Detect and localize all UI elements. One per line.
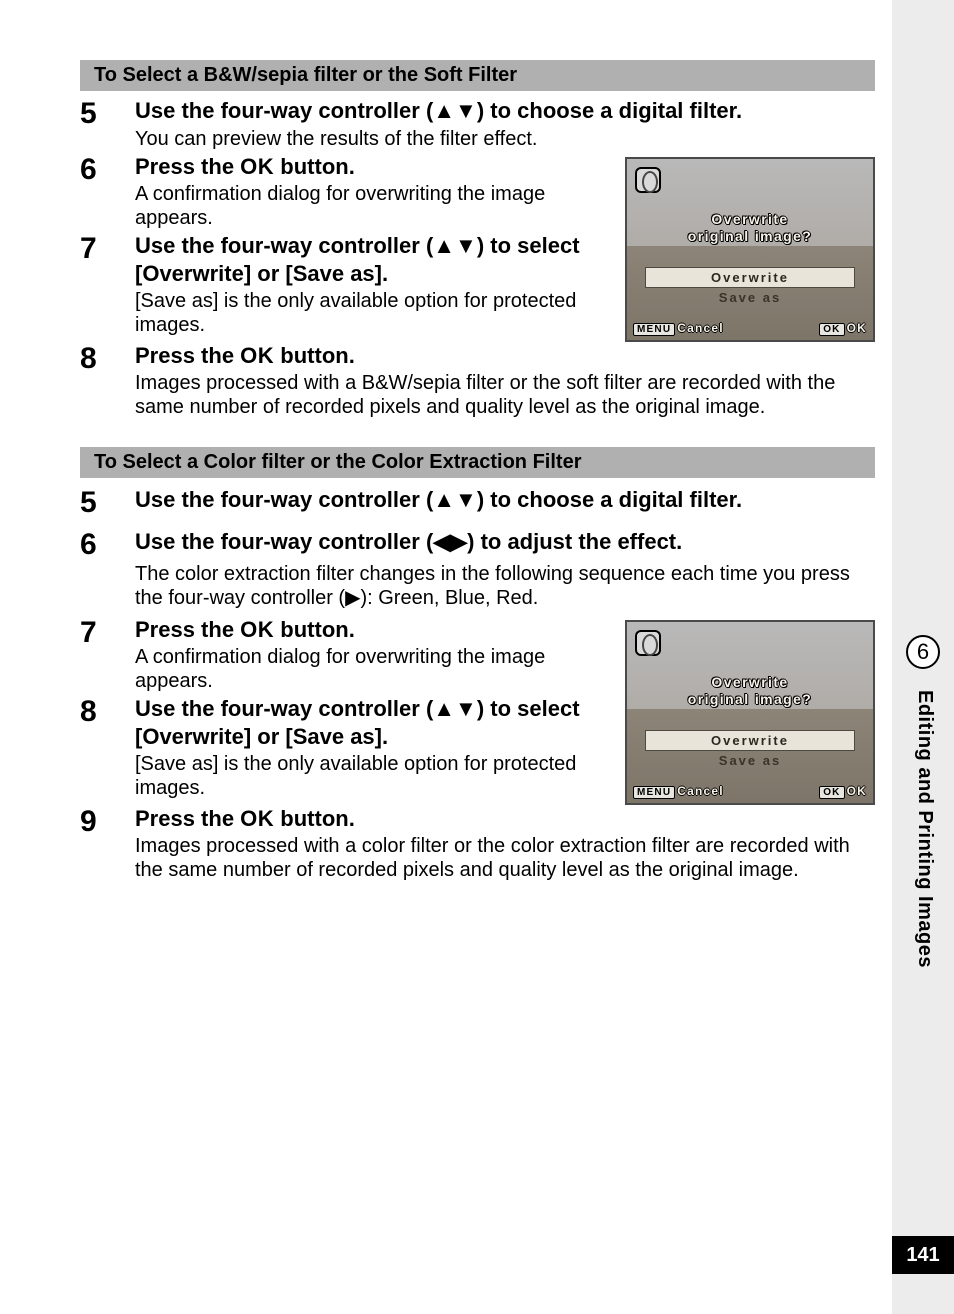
updown-arrow-icon: ▲▼: [433, 233, 477, 258]
text: Use the four-way controller (: [135, 487, 433, 512]
updown-arrow-icon: ▲▼: [433, 98, 477, 123]
ok-glyph-icon: OK: [240, 343, 274, 368]
right-arrow-icon: ▶: [345, 587, 360, 609]
ok-glyph-icon: OK: [240, 806, 274, 831]
lcd-option-saveas: Save as: [645, 288, 855, 307]
chapter-number-badge: 6: [906, 635, 940, 669]
step-title: Press the OK button.: [135, 342, 875, 370]
lcd-bottom-bar: MENUCancel OKOK: [633, 784, 867, 798]
menu-button-icon: MENU: [633, 786, 675, 799]
text: original image?: [688, 228, 812, 244]
step-desc: A confirmation dialog for overwriting th…: [135, 182, 607, 230]
step-a6: 6 Press the OK button. A confirmation di…: [80, 153, 607, 231]
menu-button-icon: MENU: [633, 323, 675, 336]
step-number: 6: [80, 528, 135, 560]
text: button.: [274, 806, 355, 831]
step-title: Press the OK button.: [135, 805, 875, 833]
text: button.: [274, 154, 355, 179]
text: Press the: [135, 617, 240, 642]
lcd-prompt: Overwrite original image?: [627, 674, 873, 709]
step-title: Use the four-way controller (▲▼) to sele…: [135, 695, 607, 750]
page-number: 141: [892, 1236, 954, 1274]
step-number: 6: [80, 153, 135, 185]
page-content: To Select a B&W/sepia filter or the Soft…: [80, 60, 875, 884]
step-number: 7: [80, 616, 135, 648]
step-a5: 5 Use the four-way controller (▲▼) to ch…: [80, 97, 875, 151]
step-title: Press the OK button.: [135, 153, 607, 181]
step-title: Press the OK button.: [135, 616, 607, 644]
step-number: 8: [80, 695, 135, 727]
step-desc: Images processed with a color filter or …: [135, 834, 875, 882]
step-b8: 8 Use the four-way controller (▲▼) to se…: [80, 695, 607, 800]
ok-button-icon: OK: [819, 323, 844, 336]
text: Overwrite: [711, 211, 788, 227]
step-desc: You can preview the results of the filte…: [135, 127, 875, 151]
text: Use the four-way controller (: [135, 233, 433, 258]
text: ): Green, Blue, Red.: [360, 587, 538, 609]
section-header-bw-sepia: To Select a B&W/sepia filter or the Soft…: [80, 60, 875, 91]
step-number: 9: [80, 805, 135, 837]
step-title: Use the four-way controller (◀▶) to adju…: [135, 528, 875, 556]
lcd-option-saveas: Save as: [645, 751, 855, 770]
ok-glyph-icon: OK: [240, 154, 274, 179]
ok-button-icon: OK: [819, 786, 844, 799]
lcd-bottom-bar: MENUCancel OKOK: [633, 321, 867, 335]
text: Press the: [135, 806, 240, 831]
step-desc: The color extraction filter changes in t…: [135, 562, 875, 610]
side-tab: 6 Editing and Printing Images 141: [892, 0, 954, 1314]
lcd-screenshot-overwrite-dialog: Overwrite original image? Overwrite Save…: [625, 157, 875, 342]
ok-glyph-icon: OK: [240, 617, 274, 642]
lcd-option-overwrite: Overwrite: [645, 267, 855, 288]
step-number: 5: [80, 486, 135, 518]
text: Press the: [135, 343, 240, 368]
chapter-title: Editing and Printing Images: [913, 690, 936, 968]
updown-arrow-icon: ▲▼: [433, 487, 477, 512]
text: button.: [274, 617, 355, 642]
text: ) to choose a digital filter.: [477, 487, 742, 512]
step-b6: 6 Use the four-way controller (◀▶) to ad…: [80, 528, 875, 610]
step-desc: [Save as] is the only available option f…: [135, 289, 607, 337]
step-desc: Images processed with a B&W/sepia filter…: [135, 371, 875, 419]
filter-mode-icon: [635, 167, 661, 193]
text: Use the four-way controller (: [135, 696, 433, 721]
text: ) to choose a digital filter.: [477, 98, 742, 123]
text: Use the four-way controller (: [135, 529, 433, 554]
text: button.: [274, 343, 355, 368]
lcd-ok-label: OK: [847, 784, 867, 798]
step-b7: 7 Press the OK button. A confirmation di…: [80, 616, 607, 694]
leftright-arrow-icon: ◀▶: [433, 529, 467, 554]
step-a8: 8 Press the OK button. Images processed …: [80, 342, 875, 420]
step-desc: A confirmation dialog for overwriting th…: [135, 645, 607, 693]
step-number: 8: [80, 342, 135, 374]
step-a7: 7 Use the four-way controller (▲▼) to se…: [80, 232, 607, 337]
text: Use the four-way controller (: [135, 98, 433, 123]
section-header-color-filter: To Select a Color filter or the Color Ex…: [80, 447, 875, 478]
lcd-prompt: Overwrite original image?: [627, 211, 873, 246]
lcd-options: Overwrite Save as: [645, 267, 855, 307]
step-number: 7: [80, 232, 135, 264]
text: Press the: [135, 154, 240, 179]
updown-arrow-icon: ▲▼: [433, 696, 477, 721]
lcd-cancel-label: Cancel: [677, 784, 724, 798]
step-title: Use the four-way controller (▲▼) to choo…: [135, 486, 875, 514]
step-title: Use the four-way controller (▲▼) to choo…: [135, 97, 875, 125]
step-desc: [Save as] is the only available option f…: [135, 752, 607, 800]
filter-mode-icon: [635, 630, 661, 656]
step-title: Use the four-way controller (▲▼) to sele…: [135, 232, 607, 287]
lcd-cancel-label: Cancel: [677, 321, 724, 335]
lcd-option-overwrite: Overwrite: [645, 730, 855, 751]
text: ) to adjust the effect.: [467, 529, 682, 554]
text: original image?: [688, 691, 812, 707]
step-number: 5: [80, 97, 135, 129]
lcd-ok-label: OK: [847, 321, 867, 335]
step-b5: 5 Use the four-way controller (▲▼) to ch…: [80, 486, 875, 518]
lcd-screenshot-overwrite-dialog: Overwrite original image? Overwrite Save…: [625, 620, 875, 805]
lcd-options: Overwrite Save as: [645, 730, 855, 770]
step-b9: 9 Press the OK button. Images processed …: [80, 805, 875, 883]
text: Overwrite: [711, 674, 788, 690]
